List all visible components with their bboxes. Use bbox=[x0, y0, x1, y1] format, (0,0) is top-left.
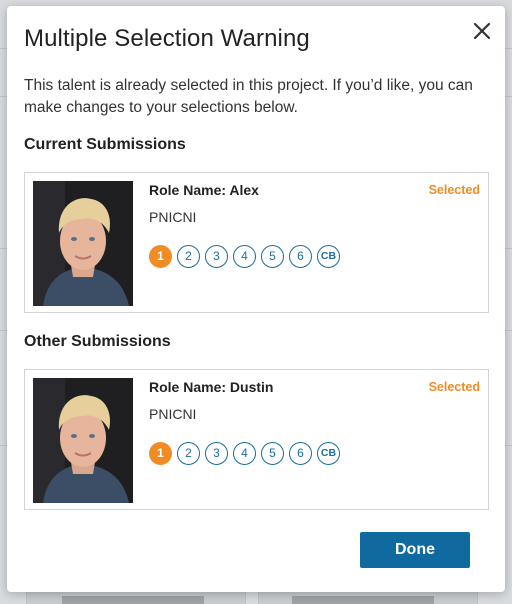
choice-2-button[interactable]: 2 bbox=[177, 442, 200, 465]
talent-headshot bbox=[33, 181, 133, 306]
choice-3-button[interactable]: 3 bbox=[205, 245, 228, 268]
warning-message: This talent is already selected in this … bbox=[24, 77, 473, 116]
choice-callback-button[interactable]: CB bbox=[317, 442, 340, 465]
agency-name: PNICNI bbox=[149, 406, 197, 422]
done-button[interactable]: Done bbox=[360, 532, 470, 568]
choice-callback-button[interactable]: CB bbox=[317, 245, 340, 268]
choice-selector: 1 2 3 4 5 6 CB bbox=[149, 245, 340, 268]
headshot-image bbox=[33, 378, 133, 503]
current-submissions-heading: Current Submissions bbox=[24, 136, 186, 153]
choice-selector: 1 2 3 4 5 6 CB bbox=[149, 442, 340, 465]
choice-4-button[interactable]: 4 bbox=[233, 245, 256, 268]
background-thumbnail bbox=[292, 596, 434, 604]
submission-card-current: Role Name: Alex PNICNI Selected 1 2 3 4 5 6 CB bbox=[24, 172, 489, 313]
choice-6-button[interactable]: 6 bbox=[289, 442, 312, 465]
close-icon bbox=[473, 22, 491, 40]
choice-1-button[interactable]: 1 bbox=[149, 442, 172, 465]
talent-headshot bbox=[33, 378, 133, 503]
headshot-image bbox=[33, 181, 133, 306]
choice-3-button[interactable]: 3 bbox=[205, 442, 228, 465]
multiple-selection-warning-modal: Multiple Selection Warning This talent i… bbox=[7, 6, 505, 592]
choice-6-button[interactable]: 6 bbox=[289, 245, 312, 268]
role-name: Role Name: Dustin bbox=[149, 379, 274, 395]
choice-1-button[interactable]: 1 bbox=[149, 245, 172, 268]
status-badge: Selected bbox=[428, 183, 480, 197]
choice-5-button[interactable]: 5 bbox=[261, 245, 284, 268]
agency-name: PNICNI bbox=[149, 209, 197, 225]
status-badge: Selected bbox=[428, 380, 480, 394]
submission-card-other: Role Name: Dustin PNICNI Selected 123456… bbox=[24, 369, 489, 510]
close-button[interactable] bbox=[471, 20, 493, 42]
choice-5-button[interactable]: 5 bbox=[261, 442, 284, 465]
choice-4-button[interactable]: 4 bbox=[233, 442, 256, 465]
background-thumbnail bbox=[62, 596, 204, 604]
choice-2-button[interactable]: 2 bbox=[177, 245, 200, 268]
other-submissions-heading: Other Submissions bbox=[24, 333, 171, 350]
modal-title: Multiple Selection Warning bbox=[24, 25, 310, 52]
role-name: Role Name: Alex bbox=[149, 182, 259, 198]
